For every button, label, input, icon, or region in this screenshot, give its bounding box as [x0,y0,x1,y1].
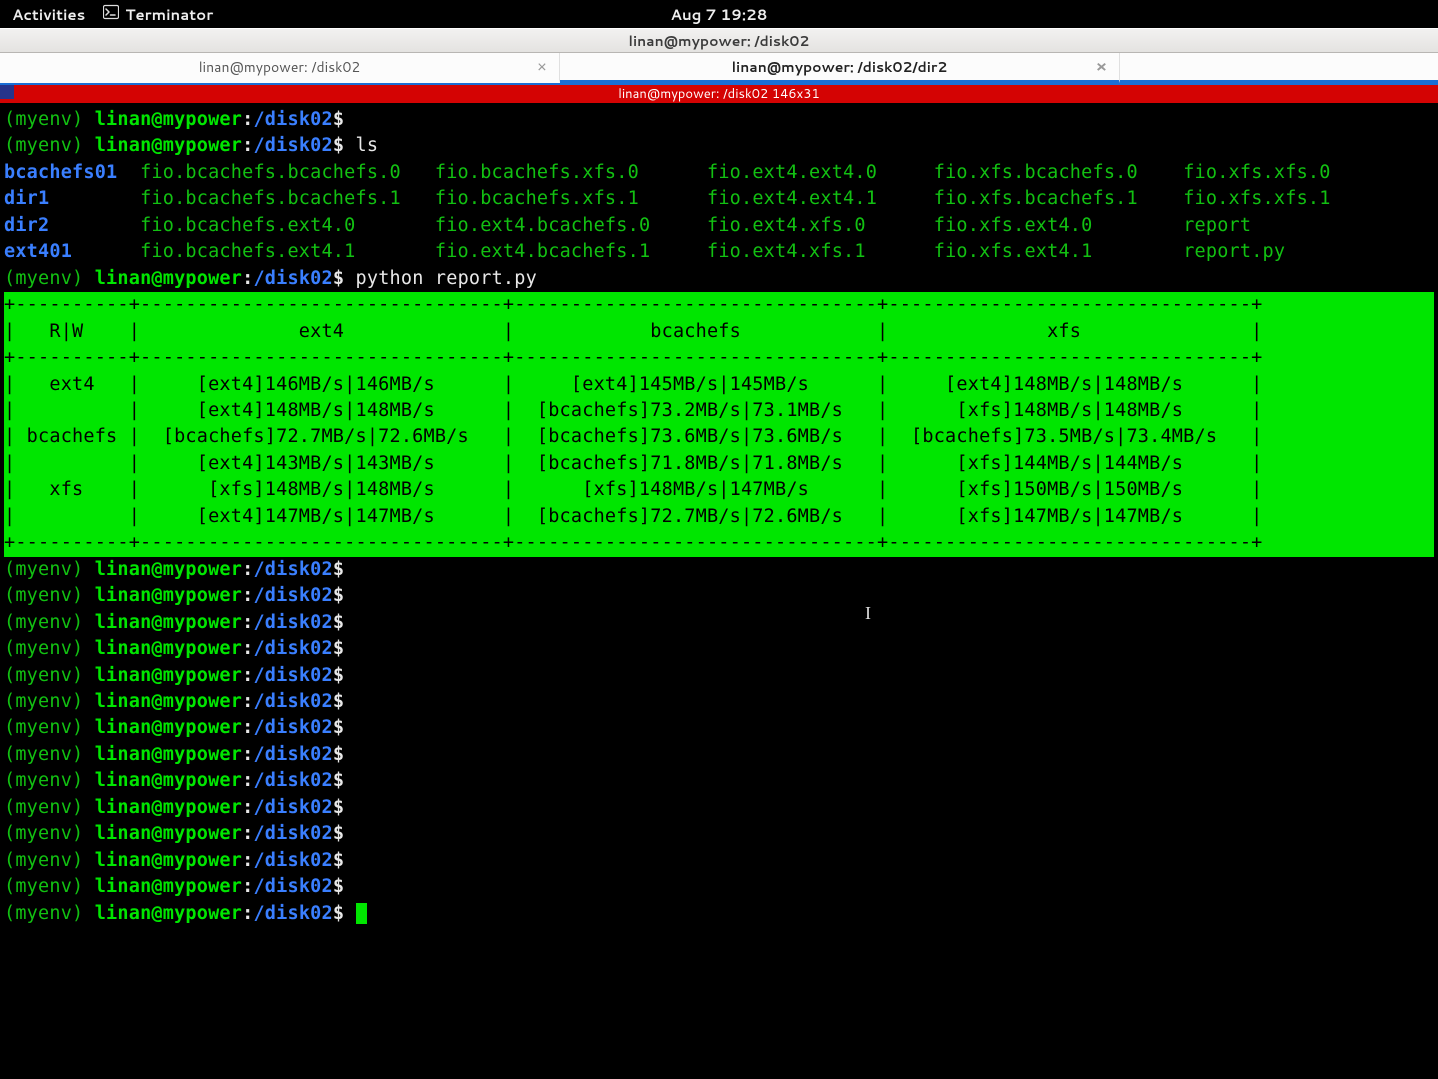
close-icon[interactable]: × [537,59,547,75]
terminator-header: linan@mypower: /disk02 146x31 [0,85,1438,103]
tab-label: linan@mypower: /disk02 [199,57,361,77]
tab-disk02[interactable]: linan@mypower: /disk02 × [0,53,560,83]
split-icon[interactable] [0,85,14,99]
gnome-topbar: Activities Terminator Aug 7 19:28 [0,0,1438,28]
terminator-tabbar: linan@mypower: /disk02 × linan@mypower: … [0,53,1438,85]
terminal-body[interactable]: (myenv) linan@mypower:/disk02$ (myenv) l… [0,103,1438,927]
clock[interactable]: Aug 7 19:28 [671,4,768,25]
terminal-icon [103,4,119,25]
block-cursor [356,903,367,923]
tab-label: linan@mypower: /disk02/dir2 [732,57,948,77]
tabbar-fill [1120,53,1438,83]
app-name: Terminator [125,4,213,25]
activities-button[interactable]: Activities [12,4,85,25]
terminator-header-label: linan@mypower: /disk02 146x31 [618,85,820,103]
tab-disk02-dir2[interactable]: linan@mypower: /disk02/dir2 × [560,53,1120,83]
close-icon[interactable]: × [1096,59,1107,75]
window-title: linan@mypower: /disk02 [629,31,810,51]
window-titlebar: linan@mypower: /disk02 [0,28,1438,53]
app-indicator[interactable]: Terminator [103,4,213,25]
text-cursor-icon: I [865,603,871,624]
